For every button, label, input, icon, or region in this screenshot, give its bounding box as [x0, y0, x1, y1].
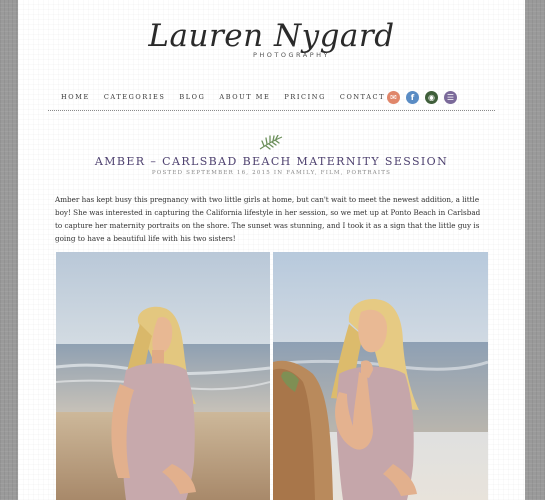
- main-nav: HOME CATEGORIES BLOG ABOUT ME PRICING CO…: [61, 93, 399, 101]
- photo-maternity-right[interactable]: [273, 252, 488, 500]
- nav-home[interactable]: HOME: [61, 93, 90, 101]
- rss-icon[interactable]: ☰: [444, 91, 457, 104]
- logo-subtitle: PHOTOGRAPHY: [252, 51, 331, 59]
- nav-contact[interactable]: CONTACT: [340, 93, 385, 101]
- facebook-icon[interactable]: f: [406, 91, 419, 104]
- logo-name: Lauren Nygard: [148, 18, 395, 54]
- nav-divider: [48, 110, 495, 111]
- blog-page: Lauren Nygard PHOTOGRAPHY HOME CATEGORIE…: [18, 0, 525, 500]
- nav-about-me[interactable]: ABOUT ME: [219, 93, 270, 101]
- nav-pricing[interactable]: PRICING: [284, 93, 325, 101]
- nav-blog[interactable]: BLOG: [179, 93, 205, 101]
- photo-maternity-left[interactable]: [56, 252, 270, 500]
- leaf-icon: [258, 134, 284, 155]
- post-title[interactable]: AMBER – CARLSBAD BEACH MATERNITY SESSION: [18, 155, 525, 168]
- instagram-icon[interactable]: ◉: [425, 91, 438, 104]
- email-icon[interactable]: ✉: [387, 91, 400, 104]
- nav-categories[interactable]: CATEGORIES: [104, 93, 166, 101]
- post-body: Amber has kept busy this pregnancy with …: [55, 195, 481, 243]
- social-links: ✉ f ◉ ☰: [387, 91, 457, 104]
- site-logo[interactable]: Lauren Nygard PHOTOGRAPHY: [18, 18, 525, 59]
- post-meta: POSTED SEPTEMBER 16, 2015 IN FAMILY, FIL…: [151, 170, 392, 176]
